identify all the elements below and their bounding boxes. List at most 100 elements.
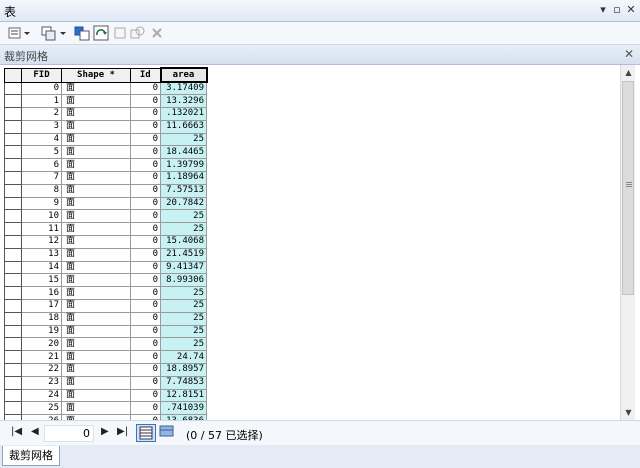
cell-id[interactable]: 0: [130, 209, 161, 224]
attribute-table-grid[interactable]: FID Shape * Id area 0 面 0 3.17409 1 面 0 13.3296…: [0, 65, 620, 420]
cell-id[interactable]: 0: [130, 235, 161, 249]
cell-id[interactable]: 0: [130, 324, 161, 339]
cell-area[interactable]: 18.4465: [160, 145, 207, 160]
clear-selection-button[interactable]: [113, 25, 128, 42]
cell-fid[interactable]: 1: [21, 94, 62, 109]
table-row[interactable]: 8 面 0 7.57513: [4, 183, 207, 198]
cell-id[interactable]: 0: [130, 196, 161, 211]
table-row[interactable]: 21 面 0 24.74: [4, 350, 207, 365]
cell-shape[interactable]: 面: [61, 311, 131, 326]
table-row[interactable]: 23 面 0 7.74853: [4, 375, 207, 390]
row-selector[interactable]: [4, 119, 22, 134]
row-selector[interactable]: [4, 363, 22, 377]
cell-area[interactable]: .132021: [160, 107, 207, 121]
cell-fid[interactable]: 8: [21, 183, 62, 198]
cell-fid[interactable]: 5: [21, 145, 62, 160]
cell-area[interactable]: 25: [160, 222, 207, 237]
cell-area[interactable]: 1.18964: [160, 171, 207, 185]
cell-area[interactable]: 15.4068: [160, 235, 207, 249]
cell-fid[interactable]: 9: [21, 196, 62, 211]
table-row[interactable]: 22 面 0 18.8957: [4, 363, 207, 377]
cell-area[interactable]: 25: [160, 299, 207, 313]
table-row[interactable]: 6 面 0 1.39799: [4, 158, 207, 173]
cell-fid[interactable]: 0: [21, 81, 62, 96]
cell-shape[interactable]: 面: [61, 247, 131, 262]
table-row[interactable]: 19 面 0 25: [4, 324, 207, 339]
row-selector[interactable]: [4, 273, 22, 288]
table-row[interactable]: 9 面 0 20.7842: [4, 196, 207, 211]
cell-fid[interactable]: 20: [21, 337, 62, 352]
cell-shape[interactable]: 面: [61, 158, 131, 173]
cell-id[interactable]: 0: [130, 81, 161, 96]
cell-shape[interactable]: 面: [61, 132, 131, 147]
cell-area[interactable]: 3.17409: [160, 81, 207, 96]
current-record-input[interactable]: 0: [44, 425, 94, 442]
row-selector[interactable]: [4, 145, 22, 160]
cell-shape[interactable]: 面: [61, 235, 131, 249]
row-selector[interactable]: [4, 260, 22, 275]
close-icon[interactable]: ✕: [624, 3, 638, 17]
row-selector[interactable]: [4, 171, 22, 185]
cell-shape[interactable]: 面: [61, 196, 131, 211]
cell-id[interactable]: 0: [130, 311, 161, 326]
show-all-records-button[interactable]: [136, 424, 156, 442]
cell-fid[interactable]: 18: [21, 311, 62, 326]
cell-shape[interactable]: 面: [61, 94, 131, 109]
row-selector[interactable]: [4, 222, 22, 237]
table-row[interactable]: 10 面 0 25: [4, 209, 207, 224]
cell-fid[interactable]: 6: [21, 158, 62, 173]
cell-shape[interactable]: 面: [61, 375, 131, 390]
row-selector[interactable]: [4, 324, 22, 339]
table-row[interactable]: 4 面 0 25: [4, 132, 207, 147]
cell-fid[interactable]: 25: [21, 401, 62, 416]
last-record-icon[interactable]: ▶|: [117, 426, 128, 437]
dropdown-icon[interactable]: ▾: [596, 3, 610, 17]
table-row[interactable]: 5 面 0 18.4465: [4, 145, 207, 160]
cell-id[interactable]: 0: [130, 247, 161, 262]
scrollbar-thumb[interactable]: [622, 81, 634, 295]
row-selector[interactable]: [4, 94, 22, 109]
cell-id[interactable]: 0: [130, 145, 161, 160]
cell-area[interactable]: 25: [160, 337, 207, 352]
row-selector[interactable]: [4, 388, 22, 403]
table-row[interactable]: 1 面 0 13.3296: [4, 94, 207, 109]
row-selector[interactable]: [4, 209, 22, 224]
zoom-to-selected-button[interactable]: [130, 25, 146, 42]
cell-shape[interactable]: 面: [61, 107, 131, 121]
cell-fid[interactable]: 13: [21, 247, 62, 262]
table-row[interactable]: 12 面 0 15.4068: [4, 235, 207, 249]
cell-shape[interactable]: 面: [61, 363, 131, 377]
cell-area[interactable]: 12.8151: [160, 388, 207, 403]
cell-id[interactable]: 0: [130, 286, 161, 301]
switch-selection-button[interactable]: [93, 25, 110, 42]
table-row[interactable]: 13 面 0 21.4519: [4, 247, 207, 262]
column-header-area[interactable]: area: [159, 67, 208, 83]
row-selector[interactable]: [4, 247, 22, 262]
cell-fid[interactable]: 3: [21, 119, 62, 134]
cell-fid[interactable]: 16: [21, 286, 62, 301]
row-selector[interactable]: [4, 299, 22, 313]
cell-area[interactable]: 1.39799: [160, 158, 207, 173]
select-by-attributes-button[interactable]: [74, 25, 91, 42]
cell-area[interactable]: 11.6663: [160, 119, 207, 134]
cell-area[interactable]: 25: [160, 324, 207, 339]
cell-id[interactable]: 0: [130, 299, 161, 313]
cell-id[interactable]: 0: [130, 388, 161, 403]
previous-record-icon[interactable]: ◀: [31, 426, 39, 437]
cell-id[interactable]: 0: [130, 183, 161, 198]
header-row-selector[interactable]: [4, 67, 22, 83]
cell-area[interactable]: 7.74853: [160, 375, 207, 390]
cell-id[interactable]: 0: [130, 260, 161, 275]
row-selector[interactable]: [4, 107, 22, 121]
show-selected-records-button[interactable]: [158, 424, 176, 442]
table-options-button[interactable]: [6, 25, 32, 42]
vertical-scrollbar[interactable]: ▲ ▼: [620, 65, 635, 420]
close-tab-icon[interactable]: ✕: [624, 47, 634, 61]
table-row[interactable]: 7 面 0 1.18964: [4, 171, 207, 185]
row-selector[interactable]: [4, 401, 22, 416]
table-row[interactable]: 17 面 0 25: [4, 299, 207, 313]
cell-fid[interactable]: 4: [21, 132, 62, 147]
cell-area[interactable]: 25: [160, 286, 207, 301]
cell-id[interactable]: 0: [130, 119, 161, 134]
table-row[interactable]: 0 面 0 3.17409: [4, 81, 207, 96]
